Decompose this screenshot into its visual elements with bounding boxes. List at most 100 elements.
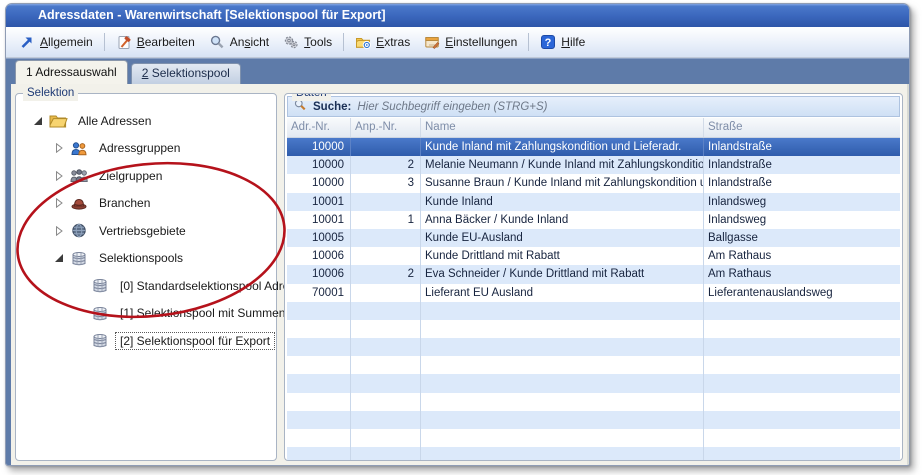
menu-item-bearbeiten[interactable]: Bearbeiten	[109, 31, 202, 53]
table-cell: 10000	[287, 138, 351, 156]
tree-item[interactable]: Adressgruppen	[16, 135, 276, 163]
table-cell	[351, 193, 421, 211]
table-cell	[704, 447, 900, 460]
menu-item-hilfe[interactable]: ?Hilfe	[533, 31, 592, 53]
table-cell	[287, 320, 351, 338]
menu-item-ansicht[interactable]: Ansicht	[202, 31, 276, 53]
table-row[interactable]: 10005Kunde EU-AuslandBallgasse	[287, 229, 900, 247]
table-cell: Kunde EU-Ausland	[421, 229, 704, 247]
column-header[interactable]: Adr.-Nr.	[287, 118, 351, 137]
table-cell	[287, 429, 351, 447]
table-cell: Kunde Inland mit Zahlungskondition und L…	[421, 138, 704, 156]
table-cell	[704, 302, 900, 320]
column-header[interactable]: Straße	[704, 118, 900, 137]
table-row[interactable]: 100002Melanie Neumann / Kunde Inland mit…	[287, 156, 900, 174]
selection-panel-label: Selektion	[23, 86, 78, 101]
search-icon	[293, 103, 307, 115]
table-row[interactable]: 10000 Kunde Inland mit Zahlungskondition …	[287, 138, 900, 156]
tree-item-label: Zielgruppen	[94, 167, 167, 185]
table-cell	[704, 429, 900, 447]
tree-item[interactable]: [1] Selektionspool mit Summen und Grupp	[16, 300, 276, 328]
tree-item[interactable]: Zielgruppen	[16, 162, 276, 190]
search-bar[interactable]: Suche: Hier Suchbegriff eingeben (STRG+S…	[287, 96, 900, 117]
table-cell: 70001	[287, 284, 351, 302]
table-row[interactable]: 10006Kunde Drittland mit RabattAm Rathau…	[287, 247, 900, 265]
tree-item[interactable]: Vertriebsgebiete	[16, 217, 276, 245]
table-cell	[421, 320, 704, 338]
table-cell: 2	[351, 156, 421, 174]
tab-1-adressauswahl[interactable]: 1 Adressauswahl	[15, 60, 128, 84]
table-row[interactable]: 100011Anna Bäcker / Kunde InlandInlandsw…	[287, 211, 900, 229]
tab-strip: 1 Adressauswahl 2 Selektionspool	[6, 58, 909, 84]
table-cell: Kunde Inland	[421, 193, 704, 211]
table-cell	[704, 393, 900, 411]
table-cell	[287, 356, 351, 374]
table-cell	[287, 338, 351, 356]
table-cell: 10001	[287, 211, 351, 229]
gears-icon	[283, 34, 299, 50]
label: 1 Adressauswahl	[26, 65, 117, 79]
menu-item-einstellungen[interactable]: Einstellungen	[417, 31, 524, 53]
table-cell: Melanie Neumann / Kunde Inland mit Zahlu…	[421, 156, 704, 174]
menu-bar: Allgemein Bearbeiten Ansicht Tools Extras Ein…	[6, 27, 909, 58]
tree-arrow-collapsed-icon[interactable]	[51, 197, 67, 209]
table-empty-row	[287, 374, 900, 392]
tree-item[interactable]: [0] Standardselektionspool Adressen	[16, 272, 276, 300]
label: Extras	[376, 35, 410, 49]
window-title: Adressdaten - Warenwirtschaft [Selektion…	[38, 8, 386, 22]
label: Bearbeiten	[137, 35, 195, 49]
table-row[interactable]: 70001Lieferant EU AuslandLieferantenausl…	[287, 284, 900, 302]
tree-item[interactable]: Selektionspools	[16, 245, 276, 273]
tree-arrow-expanded-icon[interactable]	[30, 115, 46, 127]
table-cell	[287, 302, 351, 320]
table-cell: 10000	[287, 156, 351, 174]
hammer-document-icon	[116, 34, 132, 50]
tree-item[interactable]: Alle Adressen	[16, 107, 276, 135]
table-header-row: Adr.-Nr.Anp.-Nr.NameStraße	[287, 118, 900, 138]
label: Allgemein	[40, 35, 93, 49]
table-cell	[421, 429, 704, 447]
tree-arrow-collapsed-icon[interactable]	[51, 225, 67, 237]
tree-item[interactable]: [2] Selektionspool für Export	[16, 327, 276, 355]
column-header[interactable]: Anp.-Nr.	[351, 118, 421, 137]
menu-item-tools[interactable]: Tools	[276, 31, 339, 53]
table-cell: 3	[351, 174, 421, 192]
label: Tools	[304, 35, 332, 49]
table-cell	[351, 320, 421, 338]
column-header[interactable]: Name	[421, 118, 704, 137]
table-cell	[421, 447, 704, 460]
table-cell	[351, 229, 421, 247]
table-cell: Inlandstraße	[704, 138, 900, 156]
menu-item-allgemein[interactable]: Allgemein	[12, 31, 100, 53]
table-cell	[704, 374, 900, 392]
menu-separator	[528, 33, 529, 51]
tree-arrow-collapsed-icon[interactable]	[51, 142, 67, 154]
tree-arrow-spacer	[72, 280, 88, 292]
tree-arrow-collapsed-icon[interactable]	[51, 170, 67, 182]
table-cell: 10005	[287, 229, 351, 247]
table-cell: Inlandsweg	[704, 193, 900, 211]
label: Ansicht	[230, 35, 269, 49]
table-cell	[287, 411, 351, 429]
table-cell	[704, 356, 900, 374]
help-icon: ?	[540, 34, 556, 50]
table-cell: Inlandstraße	[704, 174, 900, 192]
table-empty-row	[287, 411, 900, 429]
table-cell	[287, 374, 351, 392]
app-window: Adressdaten - Warenwirtschaft [Selektion…	[5, 3, 910, 466]
tree-item[interactable]: Branchen	[16, 190, 276, 218]
menu-item-extras[interactable]: Extras	[348, 31, 417, 53]
table-row[interactable]: 10001Kunde InlandInlandsweg	[287, 193, 900, 211]
table-cell: 10006	[287, 265, 351, 283]
table-empty-row	[287, 393, 900, 411]
tab-2-selektionspool[interactable]: 2 Selektionspool	[131, 63, 241, 84]
table-row[interactable]: 100003Susanne Braun / Kunde Inland mit Z…	[287, 174, 900, 192]
table-cell: 10000	[287, 174, 351, 192]
table-cell: 10006	[287, 247, 351, 265]
table-row[interactable]: 100062Eva Schneider / Kunde Drittland mi…	[287, 265, 900, 283]
table-cell	[351, 374, 421, 392]
table-cell: Am Rathaus	[704, 265, 900, 283]
table-cell: Lieferant EU Ausland	[421, 284, 704, 302]
table-cell	[351, 338, 421, 356]
tree-arrow-expanded-icon[interactable]	[51, 252, 67, 264]
